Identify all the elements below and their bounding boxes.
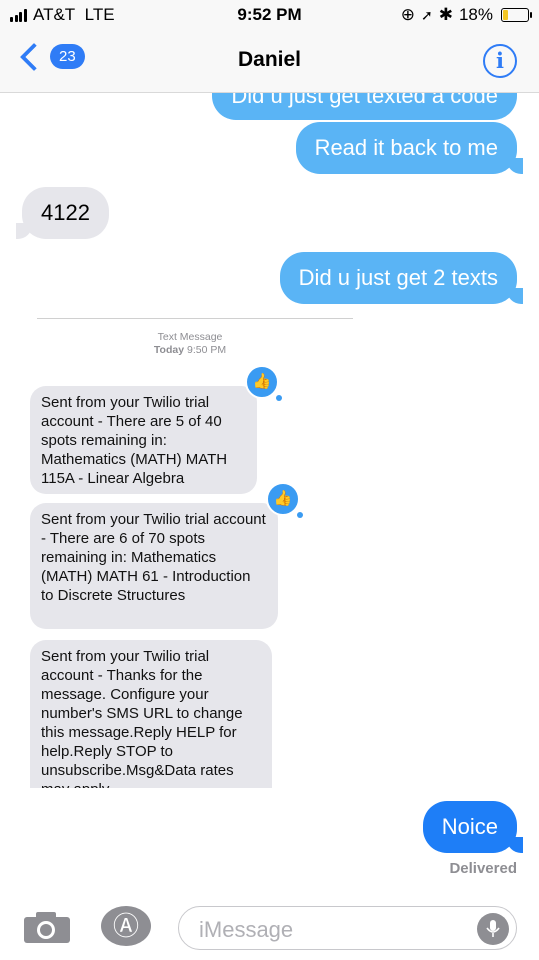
sms-text: Sent from your Twilio trial account - Th… — [41, 648, 243, 788]
thumbs-up-icon[interactable]: 👍 — [245, 365, 282, 401]
microphone-icon[interactable] — [477, 913, 509, 945]
message-sent[interactable]: Noice — [422, 801, 524, 853]
sms-message[interactable]: Sent from your Twilio trial account - Th… — [30, 503, 278, 629]
battery-percent: 18% — [458, 5, 493, 24]
battery-icon — [501, 8, 532, 22]
message-input-placeholder: iMessage — [199, 917, 294, 942]
message-text: Did u just get 2 texts — [298, 265, 498, 290]
bluetooth-icon: ✱ — [438, 5, 453, 24]
app-store-icon[interactable]: Ⓐ — [101, 906, 151, 946]
timestamp-day: Today — [153, 344, 185, 356]
location-icon: ➚ — [420, 6, 433, 23]
message-sent[interactable]: Read it back to me — [295, 122, 524, 174]
message-received[interactable]: 4122 — [16, 187, 109, 239]
contact-name[interactable]: Daniel — [0, 48, 539, 72]
sms-text: Sent from your Twilio trial account - Th… — [41, 511, 266, 604]
camera-icon[interactable] — [23, 910, 71, 944]
status-bar: AT&T LTE 9:52 PM ⊕ ➚ ✱ 18% — [0, 0, 539, 32]
status-right: ⊕ ➚ ✱ 18% — [400, 5, 532, 25]
sms-message[interactable]: Sent from your Twilio trial account - Th… — [30, 640, 272, 788]
timestamp: Text Message Today 9:50 PM — [0, 331, 380, 357]
thumbs-up-icon[interactable]: 👍 — [266, 482, 303, 518]
message-text: 4122 — [41, 200, 90, 225]
message-sent[interactable]: Did u just get 2 texts — [279, 252, 524, 304]
timestamp-label: Text Message — [157, 331, 223, 343]
timestamp-time: 9:50 PM — [186, 344, 227, 356]
rotation-lock-icon: ⊕ — [400, 5, 415, 24]
message-text: Read it back to me — [314, 135, 498, 160]
message-text: Noice — [441, 814, 498, 839]
thread-divider — [37, 318, 353, 319]
message-input[interactable]: iMessage — [178, 906, 517, 950]
info-icon[interactable]: i — [483, 44, 517, 78]
delivery-status: Delivered — [449, 860, 517, 877]
conversation-header: 23 Daniel i — [0, 32, 539, 93]
sms-message[interactable]: Sent from your Twilio trial account - Th… — [30, 386, 257, 494]
sms-text: Sent from your Twilio trial account - Th… — [41, 394, 228, 487]
